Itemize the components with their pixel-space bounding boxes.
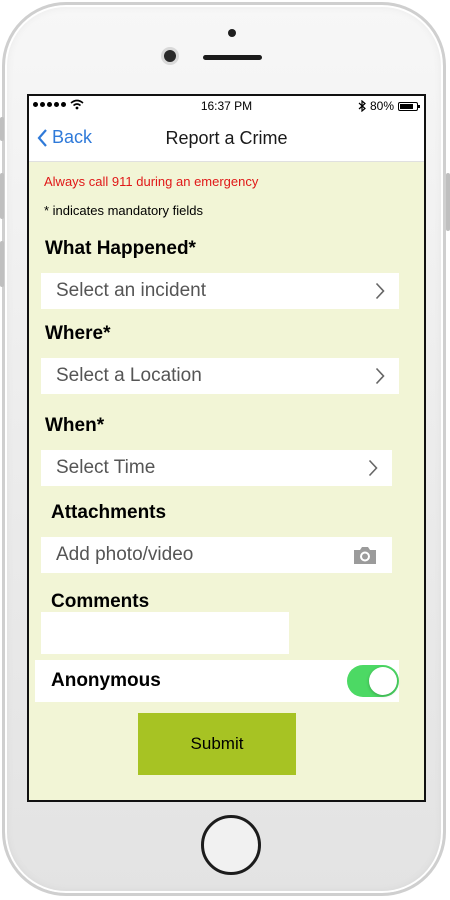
chevron-right-icon (375, 367, 385, 385)
incident-select[interactable]: Select an incident (41, 273, 399, 309)
battery-icon (398, 101, 420, 111)
incident-placeholder: Select an incident (56, 280, 206, 301)
volume-up-button (0, 173, 4, 219)
power-button (446, 173, 450, 231)
what-happened-label: What Happened* (45, 238, 196, 259)
attachments-label: Attachments (51, 502, 167, 523)
toggle-knob (369, 667, 397, 695)
comments-label: Comments (51, 591, 150, 612)
time-placeholder: Select Time (56, 457, 156, 478)
time-select[interactable]: Select Time (41, 450, 392, 486)
app-screen: 16:37 PM 80% Back Report a Crime Always … (27, 94, 426, 802)
when-label: When* (45, 415, 105, 436)
mute-switch (0, 117, 4, 141)
volume-down-button (0, 241, 4, 287)
proximity-sensor (228, 29, 236, 37)
bluetooth-icon (358, 100, 366, 112)
chevron-right-icon (375, 282, 385, 300)
front-camera (164, 50, 176, 62)
home-button[interactable] (201, 815, 261, 875)
navigation-bar: Back Report a Crime (29, 116, 424, 162)
attachment-picker[interactable]: Add photo/video (41, 537, 392, 573)
location-placeholder: Select a Location (56, 365, 202, 386)
where-label: Where* (45, 323, 111, 344)
report-form: Always call 911 during an emergency * in… (29, 162, 424, 800)
status-bar: 16:37 PM 80% (29, 96, 424, 116)
earpiece-speaker (203, 55, 262, 60)
location-select[interactable]: Select a Location (41, 358, 399, 394)
anonymous-toggle[interactable] (347, 665, 399, 697)
anonymous-row: Anonymous (35, 660, 399, 702)
attachment-placeholder: Add photo/video (56, 544, 194, 565)
emergency-warning: Always call 911 during an emergency (44, 174, 259, 189)
mandatory-note: * indicates mandatory fields (44, 203, 203, 218)
camera-icon[interactable] (352, 545, 378, 565)
anonymous-label: Anonymous (51, 670, 161, 691)
page-title: Report a Crime (165, 128, 288, 148)
submit-button[interactable]: Submit (138, 713, 296, 775)
battery-percent: 80% (369, 99, 394, 113)
chevron-right-icon (368, 459, 378, 477)
comments-input[interactable] (41, 612, 289, 654)
